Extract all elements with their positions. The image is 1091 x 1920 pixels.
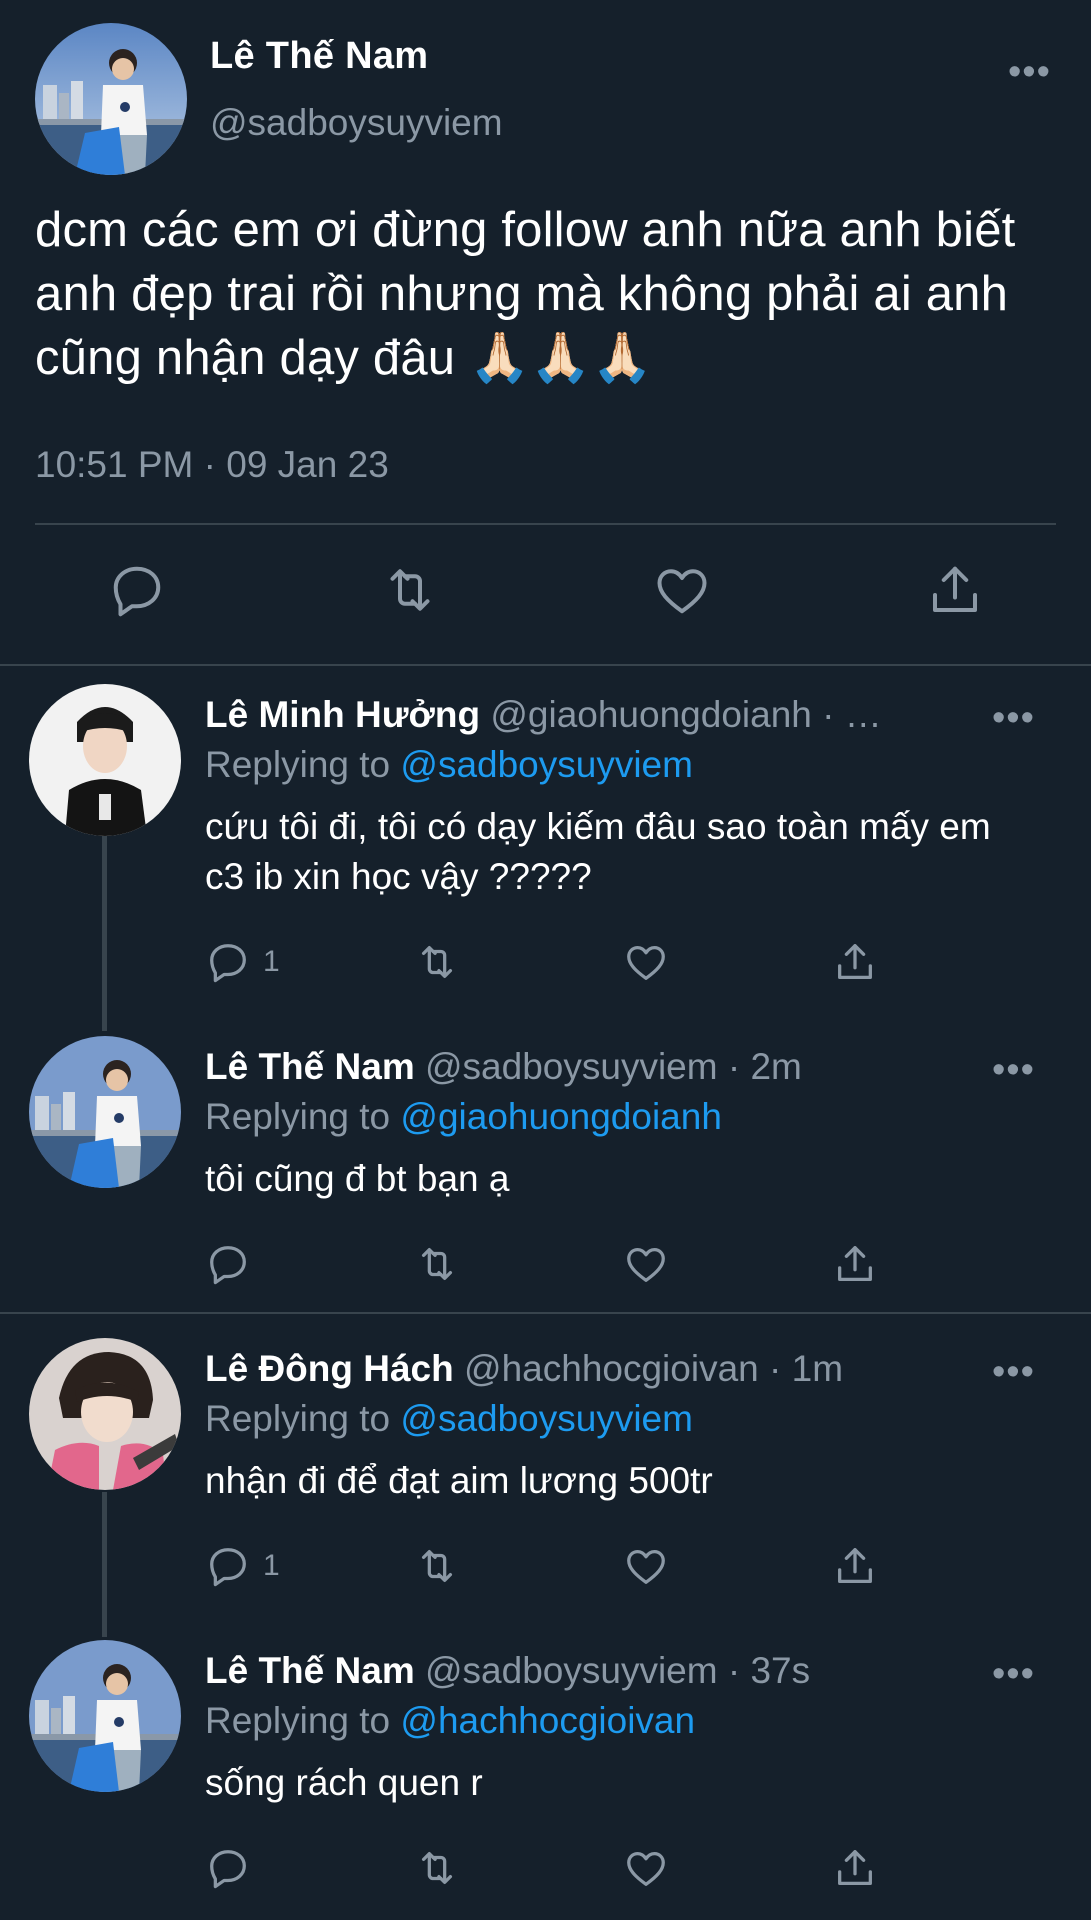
reply-count: 1 [263,1549,280,1582]
tweet-timestamp[interactable]: 10:51 PM · 09 Jan 23 [35,444,389,486]
replying-to-line: Replying to @giaohuongdoianh [205,1096,722,1138]
more-icon[interactable]: ••• [1008,53,1051,91]
reply-header: Lê Đông Hách @hachhocgioivan · 1m [205,1348,965,1390]
like-icon[interactable] [623,1543,669,1589]
replying-to-mention[interactable]: @sadboysuyviem [400,744,693,785]
share-icon[interactable] [925,560,985,620]
more-icon[interactable]: ••• [992,1353,1035,1391]
replying-to-line: Replying to @sadboysuyviem [205,1398,693,1440]
reply-text: sống rách quen r [205,1762,483,1803]
divider [0,664,1091,666]
reply-count: 1 [263,945,280,978]
share-icon[interactable] [832,1845,878,1891]
reply-author-handle[interactable]: @giaohuongdoianh · … [490,694,881,735]
replying-to-mention[interactable]: @hachhocgioivan [400,1700,695,1741]
reply-tweet[interactable]: Lê Đông Hách @hachhocgioivan · 1m ••• Re… [0,1338,1091,1608]
reply-actions: 1 [205,939,905,989]
replying-to-mention[interactable]: @sadboysuyviem [400,1398,693,1439]
reply-header: Lê Minh Hưởng @giaohuongdoianh · … [205,694,965,736]
like-icon[interactable] [652,560,712,620]
divider [35,523,1056,525]
replying-to-label: Replying to [205,1398,401,1439]
reply-text: tôi cũng đ bt bạn ạ [205,1158,510,1199]
retweet-icon[interactable] [378,560,442,620]
reply-author-name[interactable]: Lê Minh Hưởng [205,694,480,735]
retweet-icon[interactable] [412,939,462,985]
retweet-icon[interactable] [412,1543,462,1589]
avatar-le-the-nam[interactable] [35,23,187,175]
reply-icon [210,1246,246,1285]
author-handle[interactable]: @sadboysuyviem [210,102,503,144]
replying-to-label: Replying to [205,744,401,785]
like-icon[interactable] [623,1241,669,1287]
reply-actions [205,1241,905,1291]
replying-to-label: Replying to [205,1700,401,1741]
more-icon[interactable]: ••• [992,699,1035,737]
replying-to-mention[interactable]: @giaohuongdoianh [400,1096,722,1137]
reply-button[interactable] [205,1241,263,1287]
reply-author-handle[interactable]: @sadboysuyviem · 37s [425,1650,810,1691]
share-icon[interactable] [832,1543,878,1589]
reply-icon [210,1850,246,1889]
main-tweet: Lê Thế Nam @sadboysuyviem ••• dcm các em… [0,0,1091,664]
replying-to-label: Replying to [205,1096,401,1137]
like-icon[interactable] [623,1845,669,1891]
reply-tweet[interactable]: Lê Minh Hưởng @giaohuongdoianh · … ••• R… [0,684,1091,1009]
avatar-le-dong-hach[interactable] [29,1338,181,1490]
reply-icon [210,1548,246,1587]
replying-to-line: Replying to @hachhocgioivan [205,1700,695,1742]
reply-author-handle[interactable]: @hachhocgioivan · 1m [464,1348,843,1389]
reply-button[interactable] [205,1845,263,1891]
more-icon[interactable]: ••• [992,1655,1035,1693]
retweet-icon[interactable] [412,1845,462,1891]
retweet-icon[interactable] [412,1241,462,1287]
reply-author-name[interactable]: Lê Đông Hách [205,1348,454,1389]
tweet-text: dcm các em ơi đừng follow anh nữa anh bi… [35,203,1016,385]
like-icon[interactable] [623,939,669,985]
reply-actions [205,1845,905,1895]
author-name[interactable]: Lê Thế Nam [210,35,428,78]
avatar-le-minh-huong[interactable] [29,684,181,836]
reply-text: nhận đi để đạt aim lương 500tr [205,1460,713,1501]
reply-author-name[interactable]: Lê Thế Nam [205,1046,415,1087]
reply-icon[interactable] [107,560,167,620]
reply-author-name[interactable]: Lê Thế Nam [205,1650,415,1691]
share-icon[interactable] [832,939,878,985]
reply-icon [210,944,246,983]
divider [0,1312,1091,1314]
replying-to-line: Replying to @sadboysuyviem [205,744,693,786]
reply-text: cứu tôi đi, tôi có dạy kiếm đâu sao toàn… [205,806,991,897]
tweet-actions [0,560,1091,630]
reply-header: Lê Thế Nam @sadboysuyviem · 37s [205,1650,965,1692]
tweet-thread-page: Lê Thế Nam @sadboysuyviem ••• dcm các em… [0,0,1091,1920]
avatar-le-the-nam[interactable] [29,1640,181,1792]
reply-author-handle[interactable]: @sadboysuyviem · 2m [425,1046,802,1087]
reply-header: Lê Thế Nam @sadboysuyviem · 2m [205,1046,965,1088]
reply-button[interactable]: 1 [205,939,280,985]
reply-tweet[interactable]: Lê Thế Nam @sadboysuyviem · 37s ••• Repl… [0,1640,1091,1910]
reply-button[interactable]: 1 [205,1543,280,1589]
reply-actions: 1 [205,1543,905,1593]
share-icon[interactable] [832,1241,878,1287]
reply-tweet[interactable]: Lê Thế Nam @sadboysuyviem · 2m ••• Reply… [0,1036,1091,1306]
avatar-le-the-nam[interactable] [29,1036,181,1188]
more-icon[interactable]: ••• [992,1051,1035,1089]
